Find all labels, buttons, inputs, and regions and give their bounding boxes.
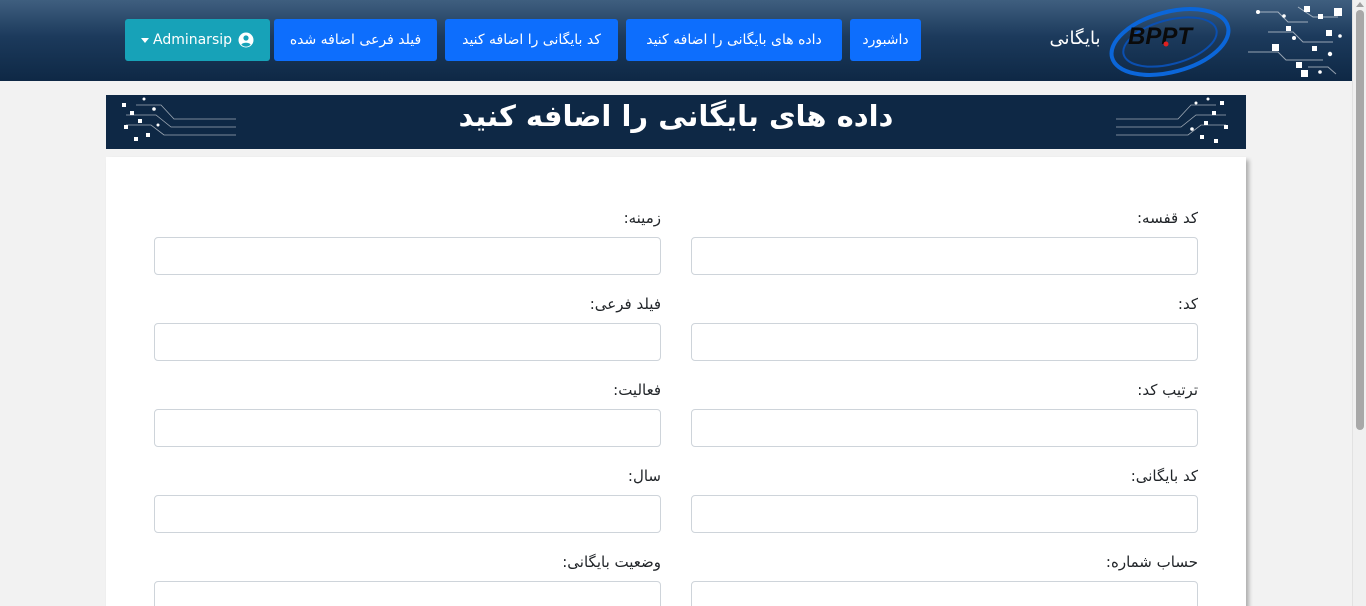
- page-title-banner: داده های بایگانی را اضافه کنید: [106, 95, 1246, 149]
- nav-add-archive-data-button[interactable]: داده های بایگانی را اضافه کنید: [626, 19, 842, 61]
- nav-add-archive-code-button[interactable]: کد بایگانی را اضافه کنید: [445, 19, 618, 61]
- shelf-code-label: کد قفسه:: [1136, 209, 1198, 227]
- code-input[interactable]: [691, 323, 1198, 361]
- archive-form-card: کد قفسه: زمینه: کد: فیلد فرعی: ترتیب کد:…: [106, 157, 1246, 606]
- subfield-label: فیلد فرعی:: [589, 295, 661, 313]
- activity-input[interactable]: [154, 409, 661, 447]
- nav-dashboard-button[interactable]: داشبورد: [850, 19, 921, 61]
- caret-down-icon: [140, 37, 149, 43]
- nav-added-subfield-button[interactable]: فیلد فرعی اضافه شده: [274, 19, 437, 61]
- activity-label: فعالیت:: [613, 381, 661, 399]
- page-scrollbar[interactable]: [1352, 0, 1366, 606]
- context-label: زمینه:: [623, 209, 661, 227]
- archive-code-input[interactable]: [691, 495, 1198, 533]
- bppt-logo: BPPT: [1109, 6, 1342, 77]
- svg-text:BPPT: BPPT: [1128, 23, 1194, 50]
- page-title: داده های بایگانی را اضافه کنید: [458, 99, 894, 133]
- subfield-input[interactable]: [154, 323, 661, 361]
- account-number-input[interactable]: [691, 581, 1198, 606]
- app-title: بایگانی: [1049, 28, 1101, 49]
- code-label: کد:: [1177, 295, 1198, 313]
- scroll-up-arrow-icon[interactable]: [1356, 2, 1364, 7]
- top-navbar: BPPT بایگانی داشبورد داده های بایگانی را…: [0, 0, 1352, 81]
- code-order-input[interactable]: [691, 409, 1198, 447]
- year-input[interactable]: [154, 495, 661, 533]
- shelf-code-input[interactable]: [691, 237, 1198, 275]
- code-order-label: ترتیب کد:: [1137, 381, 1198, 399]
- user-name: Adminarsip: [152, 32, 233, 48]
- context-input[interactable]: [154, 237, 661, 275]
- user-menu-button[interactable]: Adminarsip: [125, 19, 270, 61]
- archive-status-input[interactable]: [154, 581, 661, 606]
- account-number-label: حساب شماره:: [1105, 553, 1198, 571]
- archive-status-label: وضعیت بایگانی:: [562, 553, 661, 571]
- archive-code-label: کد بایگانی:: [1130, 467, 1198, 485]
- scrollbar-thumb[interactable]: [1356, 10, 1364, 430]
- user-circle-icon: [238, 32, 254, 48]
- year-label: سال:: [627, 467, 661, 485]
